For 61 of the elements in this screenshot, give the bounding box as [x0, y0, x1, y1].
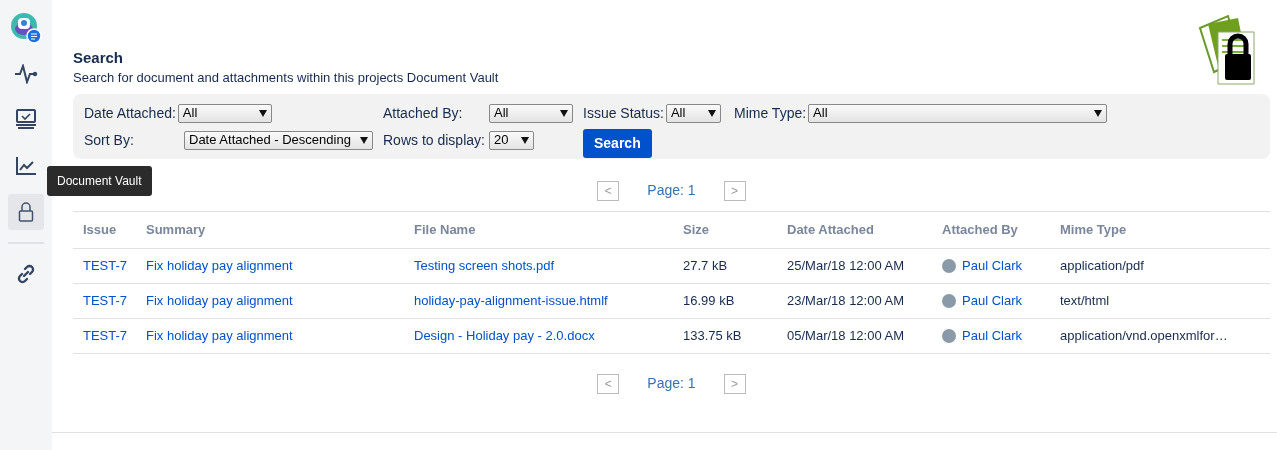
table-cell-text: text/html	[1060, 292, 1110, 311]
table-link[interactable]: TEST-7	[83, 326, 128, 346]
dropdown[interactable]: All	[177, 103, 272, 123]
table-link[interactable]: Paul Clark	[962, 291, 1022, 311]
dropdown[interactable]: Date Attached - Descending	[184, 130, 373, 150]
column-header: Mime Type	[1060, 221, 1128, 240]
column-header: Size	[683, 221, 710, 240]
filter-label: Attached By:	[383, 103, 464, 123]
column-header: Attached By	[942, 221, 1019, 240]
caret-icon	[360, 136, 368, 144]
page-indicator: Page: 1	[647, 374, 696, 393]
table-link[interactable]: Paul Clark	[962, 326, 1022, 346]
page-subtitle: Search for document and attachments within this projects Document Vault	[73, 69, 499, 87]
filter-label: Mime Type:	[734, 103, 807, 123]
dropdown[interactable]: All	[665, 103, 721, 123]
table-link[interactable]: Fix holiday pay alignment	[146, 326, 293, 346]
page-indicator: Page: 1	[647, 181, 696, 200]
chart-icon[interactable]	[15, 156, 37, 176]
column-header: Date Attached	[787, 221, 875, 240]
dropdown[interactable]: All	[808, 103, 1108, 123]
filter-label: Date Attached:	[84, 103, 176, 123]
dropdown[interactable]: 20	[489, 130, 534, 150]
column-header: File Name	[414, 221, 477, 240]
table-link[interactable]: Fix holiday pay alignment	[146, 291, 293, 311]
table-cell-text: 16.99 kB	[683, 292, 735, 311]
page-title: Search	[73, 48, 125, 68]
filter-label: Issue Status:	[583, 103, 664, 123]
avatar-icon	[942, 329, 956, 343]
tooltip: Document Vault	[47, 166, 152, 196]
table-cell-text: 23/Mar/18 12:00 AM	[787, 292, 905, 311]
table-link[interactable]: Testing screen shots.pdf	[414, 256, 555, 276]
sidebar-item[interactable]	[8, 194, 44, 230]
table-cell-text: 05/Mar/18 12:00 AM	[787, 327, 905, 346]
table-link[interactable]: holiday-pay-alignment-issue.htmlf	[414, 291, 608, 311]
table-link[interactable]: TEST-7	[83, 256, 128, 276]
search-button[interactable]: Search	[583, 128, 652, 158]
filter-label: Sort By:	[84, 130, 135, 150]
table-cell-text: 27.7 kB	[683, 257, 728, 276]
dropdown[interactable]: All	[489, 103, 573, 123]
table-link[interactable]: Design - Holiday pay - 2.0.docx	[414, 326, 595, 346]
column-header: Issue	[83, 221, 118, 240]
caret-icon	[1094, 109, 1103, 117]
table-link[interactable]: Fix holiday pay alignment	[146, 256, 293, 276]
table-cell-text: application/pdf	[1060, 257, 1144, 276]
table-link[interactable]: TEST-7	[83, 291, 128, 311]
caret-icon	[560, 109, 568, 117]
caret-icon	[521, 136, 529, 144]
lock-icon[interactable]	[18, 201, 34, 223]
link-icon[interactable]	[16, 264, 36, 284]
table-cell-text: 133.75 kB	[683, 327, 742, 346]
caret-icon	[707, 109, 716, 117]
avatar-icon	[942, 259, 956, 273]
caret-icon	[258, 109, 267, 117]
pulse-icon[interactable]	[14, 64, 38, 84]
table-link[interactable]: Paul Clark	[962, 256, 1022, 276]
filter-label: Rows to display:	[383, 130, 486, 150]
avatar-icon	[942, 294, 956, 308]
column-header: Summary	[146, 221, 207, 240]
monitor-icon[interactable]	[15, 109, 37, 131]
table-cell-text: 25/Mar/18 12:00 AM	[787, 257, 905, 276]
table-cell-text: application/vnd.openxmlfor…	[1060, 327, 1228, 346]
